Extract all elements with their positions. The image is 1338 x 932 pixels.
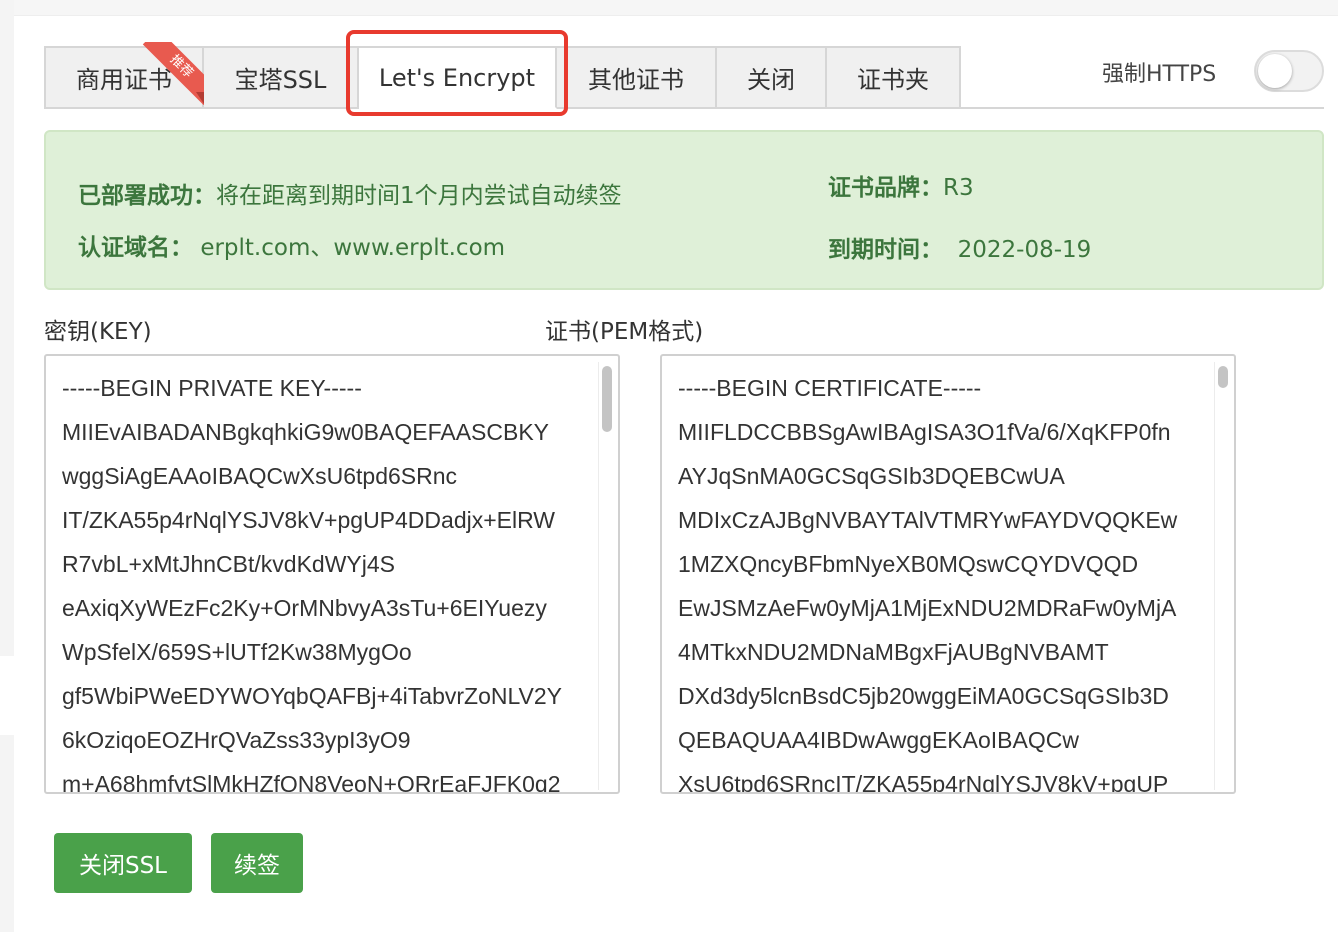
cert-line: XsU6tpd6SRncIT/ZKA55p4rNqlYSJV8kV+pgUP (678, 771, 1169, 794)
status-key: 已部署成功： (78, 183, 216, 209)
key-line: eAxiqXyWEzFc2Ky+OrMNbvyA3sTu+6EIYuezy (62, 595, 547, 621)
tab-label: 证书夹 (857, 66, 929, 94)
left-strip-lower (0, 735, 14, 932)
key-line: WpSfelX/659S+lUTf2Kw38MygOo (62, 639, 412, 665)
tab-label: 其他证书 (588, 66, 684, 94)
renew-button[interactable]: 续签 (211, 833, 303, 893)
cert-line: EwJSMzAeFw0yMjA1MjExNDU2MDRaFw0yMjA (678, 595, 1177, 621)
domain-key: 认证域名： (78, 235, 193, 261)
tab-label: Let's Encrypt (378, 63, 536, 92)
force-https-toggle[interactable] (1254, 50, 1324, 92)
force-https-label: 强制HTTPS (1102, 62, 1217, 87)
cert-field-label: 证书(PEM格式) (545, 319, 704, 345)
key-line: MIIEvAIBADANBgkqhkiG9w0BAQEFAASCBKY (62, 419, 550, 445)
tab-label: 关闭 (747, 66, 795, 94)
cert-scroll-thumb[interactable] (1218, 366, 1228, 388)
expire-row: 到期时间： 2022-08-19 (828, 230, 1091, 264)
key-line: IT/ZKA55p4rNqlYSJV8kV+pgUP4DDadjx+ElRW (62, 507, 556, 533)
key-lines: -----BEGIN PRIVATE KEY----- MIIEvAIBADAN… (62, 366, 563, 794)
cert-line: AYJqSnMA0GCSqGSIb3DQEBCwUA (678, 463, 1065, 489)
tab-lets-encrypt[interactable]: Let's Encrypt (359, 46, 557, 109)
certificate-textarea[interactable]: -----BEGIN CERTIFICATE----- MIIFLDCCBBSg… (660, 354, 1236, 794)
brand-row: 证书品牌：R3 (828, 168, 974, 202)
brand-value: R3 (943, 175, 974, 201)
tab-commercial-cert[interactable]: 商用证书 推荐 (44, 42, 206, 109)
ribbon-tail (196, 92, 204, 104)
left-strip (0, 0, 14, 656)
cert-line: MIIFLDCCBBSgAwIBAgISA3O1fVa/6/XqKFP0fn (678, 419, 1171, 445)
cert-line: -----BEGIN CERTIFICATE----- (678, 375, 982, 401)
cert-line: MDIxCzAJBgNVBAYTAlVTMRYwFAYDVQQKEw (678, 507, 1178, 533)
tab-label: 宝塔SSL (234, 66, 327, 94)
ssl-tabs: 商用证书 推荐 宝塔SSL Let's Encrypt 其他证书 关闭 证书夹 (44, 42, 961, 109)
key-scroll-thumb[interactable] (602, 366, 612, 432)
toggle-knob (1258, 54, 1292, 88)
key-line: -----BEGIN PRIVATE KEY----- (62, 375, 362, 401)
key-line: R7vbL+xMtJhnCBt/kvdKdWYj4S (62, 551, 395, 577)
key-line: m+A68hmfytSlMkHZfQN8VeoN+ORrEaFJFK0q2 (62, 771, 561, 794)
cert-line: QEBAQUAA4IBDwAwggEKAoIBAQCw (678, 727, 1079, 753)
key-line: 6kOziqoEOZHrQVaZss33ypI3yO9 (62, 727, 411, 753)
cert-scrollbar[interactable] (1214, 362, 1230, 790)
deploy-status-panel: 已部署成功：将在距离到期时间1个月内尝试自动续签 认证域名： erplt.com… (44, 130, 1324, 290)
tab-other-cert[interactable]: 其他证书 (557, 46, 717, 109)
cert-line: 1MZXQncyBFbmNyeXB0MQswCQYDVQQD (678, 551, 1139, 577)
status-row: 已部署成功：将在距离到期时间1个月内尝试自动续签 (78, 176, 622, 210)
tab-bt-ssl[interactable]: 宝塔SSL (204, 46, 359, 109)
key-line: wggSiAgEAAoIBAQCwXsU6tpd6SRnc (62, 463, 458, 489)
expire-key: 到期时间： (828, 237, 943, 263)
tab-close[interactable]: 关闭 (717, 46, 827, 109)
key-scrollbar[interactable] (598, 362, 614, 790)
key-line: gf5WbiPWeEDYWOYqbQAFBj+4iTabvrZoNLV2Y (62, 683, 563, 709)
private-key-textarea[interactable]: -----BEGIN PRIVATE KEY----- MIIEvAIBADAN… (44, 354, 620, 794)
close-ssl-button[interactable]: 关闭SSL (54, 833, 192, 893)
expire-value: 2022-08-19 (957, 237, 1092, 263)
domain-value: erplt.com、www.erplt.com (200, 235, 506, 261)
domain-row: 认证域名： erplt.com、www.erplt.com (78, 228, 505, 262)
tab-cert-folder[interactable]: 证书夹 (827, 46, 961, 109)
cert-line: DXd3dy5lcnBsdC5jb20wggEiMA0GCSqGSIb3D (678, 683, 1169, 709)
status-value: 将在距离到期时间1个月内尝试自动续签 (216, 183, 622, 209)
cert-line: 4MTkxNDU2MDNaMBgxFjAUBgNVBAMT (678, 639, 1109, 665)
cert-lines: -----BEGIN CERTIFICATE----- MIIFLDCCBBSg… (678, 366, 1178, 794)
brand-key: 证书品牌： (828, 175, 943, 201)
top-strip (0, 0, 1338, 16)
key-field-label: 密钥(KEY) (44, 319, 152, 345)
